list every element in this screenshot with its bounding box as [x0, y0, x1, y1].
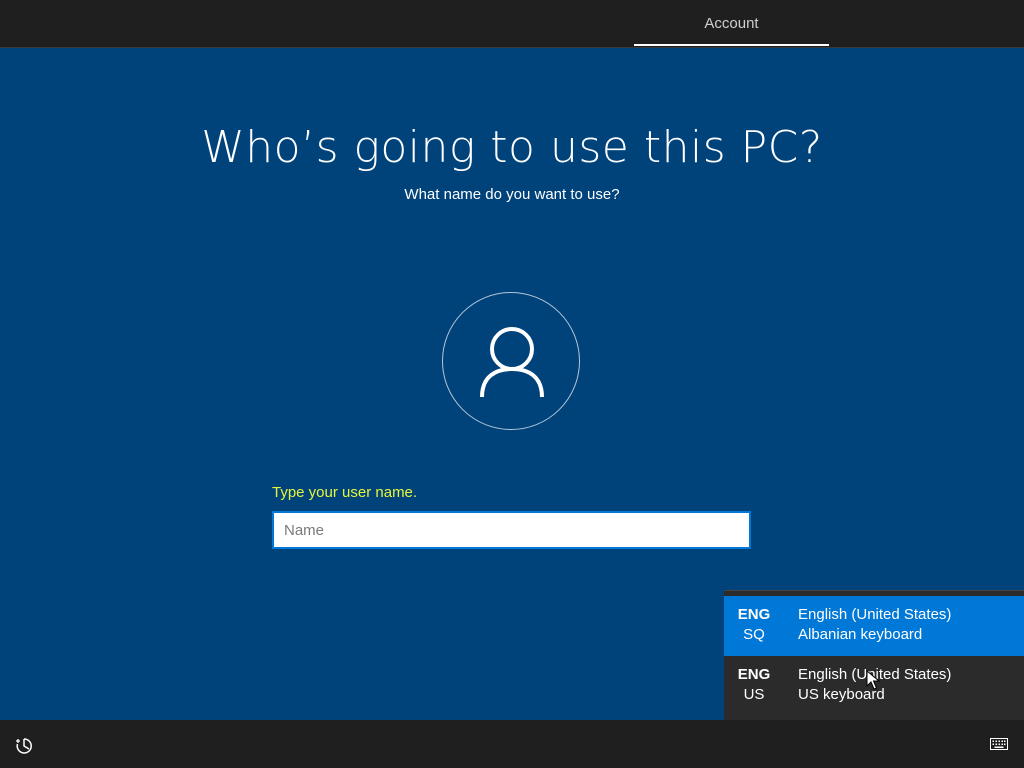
- page-subtitle: What name do you want to use?: [404, 186, 620, 203]
- bottom-bar: [0, 720, 1024, 768]
- language-code-secondary: SQ: [743, 626, 765, 643]
- top-bar: Account: [0, 0, 1024, 48]
- page-title: Who’s going to use this PC?: [201, 122, 823, 173]
- language-option-albanian[interactable]: ENG SQ English (United States) Albanian …: [724, 596, 1024, 656]
- avatar: [442, 292, 580, 430]
- username-prompt: Type your user name.: [272, 484, 418, 501]
- mouse-cursor-icon: [866, 670, 880, 690]
- ease-of-access-icon[interactable]: [14, 736, 34, 756]
- keyboard-icon[interactable]: [990, 738, 1008, 750]
- keyboard-name: Albanian keyboard: [798, 626, 923, 643]
- language-code-primary: ENG: [737, 666, 771, 683]
- language-code-primary: ENG: [737, 606, 771, 623]
- language-code-secondary: US: [743, 686, 765, 703]
- language-name: English (United States): [798, 606, 952, 623]
- input-language-menu: ENG SQ English (United States) Albanian …: [724, 590, 1024, 721]
- tab-account[interactable]: Account: [634, 0, 829, 46]
- username-input[interactable]: [272, 511, 751, 549]
- user-icon: [480, 327, 544, 398]
